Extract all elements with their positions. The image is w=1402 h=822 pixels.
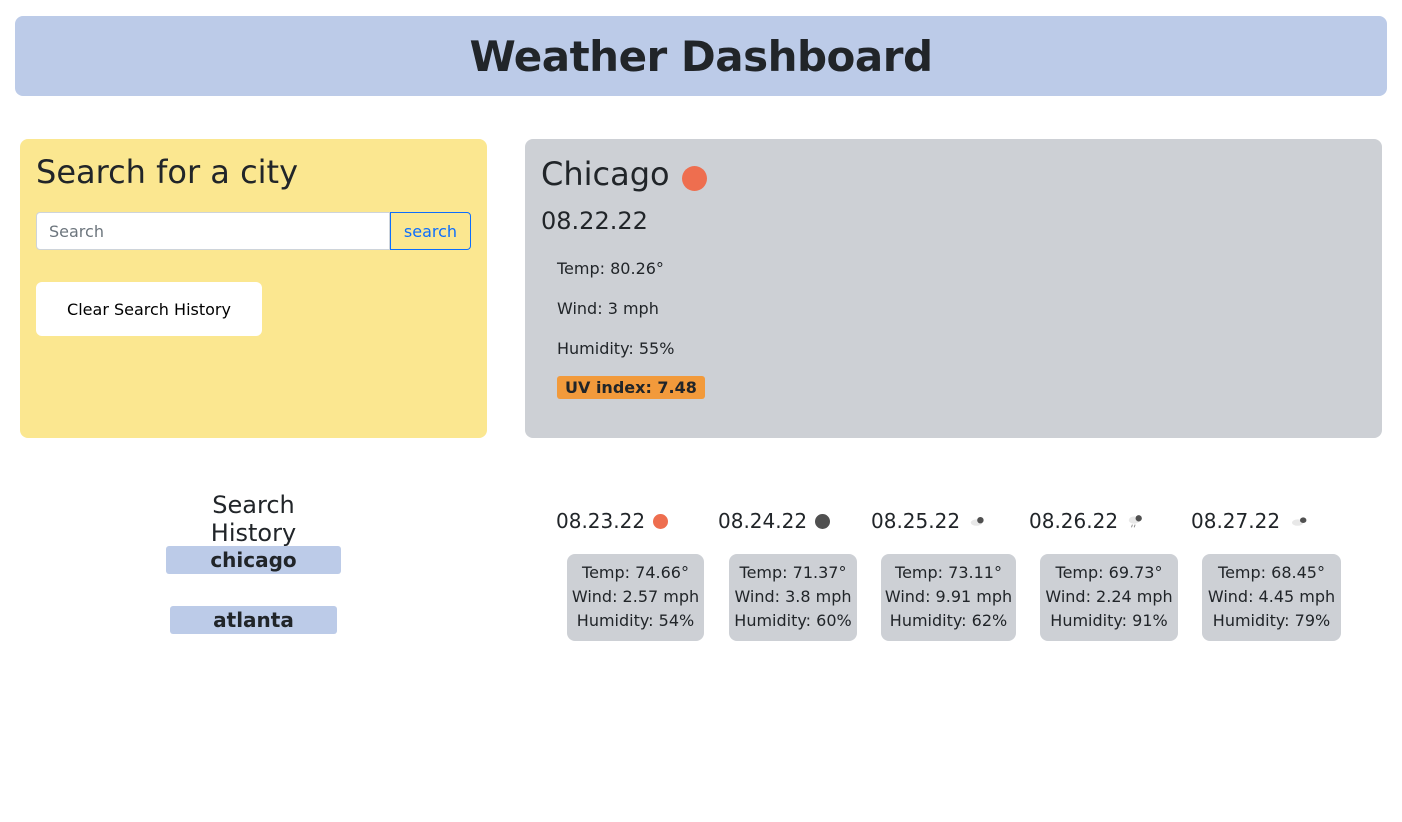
forecast-card: Temp: 69.73° Wind: 2.24 mph Humidity: 91… xyxy=(1040,554,1178,641)
search-input[interactable] xyxy=(36,212,390,250)
forecast-date: 08.26.22 xyxy=(1029,509,1119,533)
forecast-temp: Temp: 71.37° xyxy=(739,563,847,582)
forecast-day: 08.25.22 xyxy=(871,506,988,536)
current-date: 08.22.22 xyxy=(541,207,648,235)
forecast-temp: Temp: 68.45° xyxy=(1218,563,1325,582)
forecast-wind: Wind: 9.91 mph xyxy=(884,587,1013,606)
forecast-date-row: 08.24.22 xyxy=(718,506,831,536)
forecast-wind: Wind: 4.45 mph xyxy=(1207,587,1336,606)
forecast-date-row: 08.27.22 xyxy=(1191,506,1312,536)
forecast-humidity: Humidity: 60% xyxy=(734,611,852,630)
uv-index-badge: UV index: 7.48 xyxy=(557,376,705,399)
forecast-temp: Temp: 73.11° xyxy=(895,563,1002,582)
history-item-chicago[interactable]: chicago xyxy=(166,546,341,574)
cloud-icon xyxy=(1292,517,1307,526)
search-button[interactable]: search xyxy=(390,212,471,250)
forecast-card: Temp: 68.45° Wind: 4.45 mph Humidity: 79… xyxy=(1202,554,1341,641)
rain-cloud-icon xyxy=(1128,515,1142,528)
search-title: Search for a city xyxy=(36,153,299,191)
forecast-wind: Wind: 2.24 mph xyxy=(1045,587,1173,606)
forecast-card: Temp: 73.11° Wind: 9.91 mph Humidity: 62… xyxy=(881,554,1016,641)
search-panel: Search for a city search Clear Search Hi… xyxy=(20,139,487,438)
city-row: Chicago xyxy=(541,155,707,193)
sun-icon xyxy=(653,513,669,529)
forecast-wind: Wind: 2.57 mph xyxy=(571,587,700,606)
clear-history-button[interactable]: Clear Search History xyxy=(36,282,262,336)
forecast-date-row: 08.26.22 xyxy=(1029,506,1146,536)
forecast-temp: Temp: 74.66° xyxy=(582,563,689,582)
current-temp: Temp: 80.26° xyxy=(557,259,664,278)
forecast-date-row: 08.25.22 xyxy=(871,506,988,536)
forecast-date: 08.23.22 xyxy=(556,509,646,533)
forecast-day: 08.24.22 xyxy=(718,506,831,536)
forecast-card: Temp: 71.37° Wind: 3.8 mph Humidity: 60% xyxy=(729,554,857,641)
forecast-date: 08.24.22 xyxy=(718,509,808,533)
current-humidity: Humidity: 55% xyxy=(557,339,675,358)
forecast-card: Temp: 74.66° Wind: 2.57 mph Humidity: 54… xyxy=(567,554,704,641)
page-title: Weather Dashboard xyxy=(469,31,933,81)
forecast-date-row: 08.23.22 xyxy=(556,506,669,536)
forecast-date: 08.27.22 xyxy=(1191,509,1281,533)
cloud-icon xyxy=(970,517,984,526)
forecast-date: 08.25.22 xyxy=(871,509,961,533)
history-item-atlanta[interactable]: atlanta xyxy=(170,606,337,634)
forecast-wind: Wind: 3.8 mph xyxy=(734,587,852,606)
search-row: search xyxy=(36,212,471,250)
city-name: Chicago xyxy=(541,155,670,193)
forecast-day: 08.27.22 xyxy=(1191,506,1312,536)
current-wind: Wind: 3 mph xyxy=(557,299,659,318)
search-history-title: Search History xyxy=(210,491,297,547)
forecast-day: 08.23.22 xyxy=(556,506,669,536)
sun-icon xyxy=(681,165,707,191)
forecast-humidity: Humidity: 54% xyxy=(576,611,695,630)
dark-cloud-icon xyxy=(815,513,831,529)
forecast-humidity: Humidity: 62% xyxy=(889,611,1008,630)
forecast-humidity: Humidity: 91% xyxy=(1050,611,1168,630)
forecast-humidity: Humidity: 79% xyxy=(1212,611,1331,630)
forecast-temp: Temp: 69.73° xyxy=(1055,563,1163,582)
forecast-day: 08.26.22 xyxy=(1029,506,1146,536)
current-weather-panel: Chicago 08.22.22 Temp: 80.26° Wind: 3 mp… xyxy=(525,139,1382,438)
header: Weather Dashboard xyxy=(15,16,1387,96)
